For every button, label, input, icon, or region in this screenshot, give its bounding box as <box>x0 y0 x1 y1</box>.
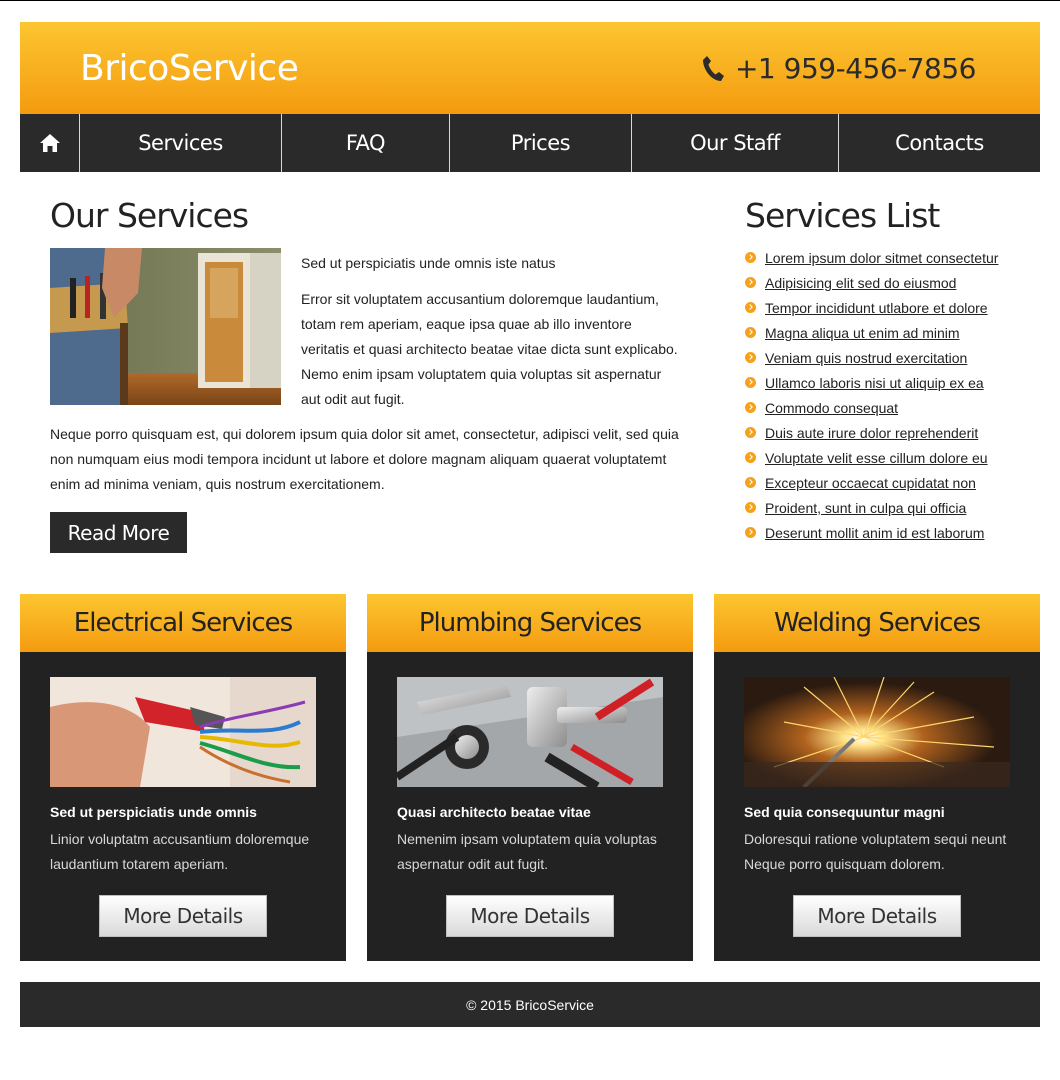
list-item: Magna aliqua ut enim ad minim <box>745 320 998 345</box>
service-link[interactable]: Adipisicing elit sed do eiusmod <box>765 275 956 291</box>
our-services-heading: Our Services <box>50 196 249 235</box>
service-link[interactable]: Voluptate velit esse cillum dolore eu <box>765 450 988 466</box>
card-text: Doloresqui ratione voluptatem sequi neun… <box>744 831 1007 872</box>
service-link[interactable]: Commodo consequat <box>765 400 898 416</box>
card-subtitle: Sed quia consequuntur magni <box>744 804 945 820</box>
welding-image <box>744 677 1010 787</box>
service-link[interactable]: Deserunt mollit anim id est laborum <box>765 525 984 541</box>
plumbing-image <box>397 677 663 787</box>
arrow-bullet-icon <box>745 402 756 413</box>
service-link[interactable]: Duis aute irure dolor reprehenderit <box>765 425 978 441</box>
electrical-card: Electrical Services Sed ut perspiciatis … <box>20 594 346 961</box>
services-list: Lorem ipsum dolor sitmet consectetur Adi… <box>745 245 998 545</box>
electrical-image <box>50 677 316 787</box>
top-border <box>0 0 1060 1</box>
intro-body: Error sit voluptatem accusantium dolorem… <box>301 291 678 407</box>
more-details-button[interactable]: More Details <box>99 895 267 937</box>
arrow-bullet-icon <box>745 502 756 513</box>
intro-text: Sed ut perspiciatis unde omnis iste natu… <box>301 251 681 412</box>
home-icon <box>39 134 60 152</box>
arrow-bullet-icon <box>745 427 756 438</box>
list-item: Ullamco laboris nisi ut aliquip ex ea <box>745 370 998 395</box>
card-text: Linior voluptatm accusantium doloremque … <box>50 831 310 872</box>
arrow-bullet-icon <box>745 377 756 388</box>
card-subtitle: Sed ut perspiciatis unde omnis <box>50 804 257 820</box>
list-item: Tempor incididunt utlabore et dolore <box>745 295 998 320</box>
service-link[interactable]: Ullamco laboris nisi ut aliquip ex ea <box>765 375 984 391</box>
arrow-bullet-icon <box>745 277 756 288</box>
arrow-bullet-icon <box>745 527 756 538</box>
service-link[interactable]: Proident, sunt in culpa qui officia <box>765 500 966 516</box>
service-link[interactable]: Excepteur occaecat cupidatat non <box>765 475 976 491</box>
list-item: Deserunt mollit anim id est laborum <box>745 520 998 545</box>
list-item: Veniam quis nostrud exercitation <box>745 345 998 370</box>
card-title: Welding Services <box>714 594 1040 652</box>
phone-icon <box>702 55 724 81</box>
nav-home[interactable] <box>20 114 80 172</box>
read-more-button[interactable]: Read More <box>50 512 187 553</box>
more-details-button[interactable]: More Details <box>446 895 614 937</box>
phone-number: +1 959-456-7856 <box>734 52 977 85</box>
plumbing-card: Plumbing Services Quasi architecto beata… <box>367 594 693 961</box>
list-item: Proident, sunt in culpa qui officia <box>745 495 998 520</box>
list-item: Voluptate velit esse cillum dolore eu <box>745 445 998 470</box>
intro-lead: Sed ut perspiciatis unde omnis iste natu… <box>301 255 556 271</box>
service-link[interactable]: Magna aliqua ut enim ad minim <box>765 325 960 341</box>
card-subtitle: Quasi architecto beatae vitae <box>397 804 591 820</box>
nav-our-staff[interactable]: Our Staff <box>632 114 839 172</box>
arrow-bullet-icon <box>745 477 756 488</box>
list-item: Lorem ipsum dolor sitmet consectetur <box>745 245 998 270</box>
copyright-text: © 2015 BricoService <box>466 996 594 1013</box>
card-text: Nemenim ipsam voluptatem quia voluptas a… <box>397 831 657 872</box>
arrow-bullet-icon <box>745 352 756 363</box>
phone-contact: +1 959-456-7856 <box>701 52 977 85</box>
more-details-button[interactable]: More Details <box>793 895 961 937</box>
list-item: Duis aute irure dolor reprehenderit <box>745 420 998 445</box>
service-link[interactable]: Lorem ipsum dolor sitmet consectetur <box>765 250 998 266</box>
card-title: Plumbing Services <box>367 594 693 652</box>
arrow-bullet-icon <box>745 302 756 313</box>
arrow-bullet-icon <box>745 252 756 263</box>
list-item: Excepteur occaecat cupidatat non <box>745 470 998 495</box>
nav-services[interactable]: Services <box>80 114 282 172</box>
services-list-heading: Services List <box>745 196 940 235</box>
welding-card: Welding Services Sed quia consequuntur m… <box>714 594 1040 961</box>
nav-faq[interactable]: FAQ <box>282 114 450 172</box>
site-logo[interactable]: BricoService <box>80 48 299 89</box>
nav-prices[interactable]: Prices <box>450 114 632 172</box>
nav-contacts[interactable]: Contacts <box>839 114 1040 172</box>
arrow-bullet-icon <box>745 327 756 338</box>
main-nav: Services FAQ Prices Our Staff Contacts <box>20 114 1040 172</box>
service-link[interactable]: Tempor incididunt utlabore et dolore <box>765 300 988 316</box>
services-paragraph: Neque porro quisquam est, qui dolorem ip… <box>50 426 679 492</box>
arrow-bullet-icon <box>745 452 756 463</box>
list-item: Adipisicing elit sed do eiusmod <box>745 270 998 295</box>
site-footer: © 2015 BricoService <box>20 982 1040 1027</box>
service-link[interactable]: Veniam quis nostrud exercitation <box>765 350 967 366</box>
list-item: Commodo consequat <box>745 395 998 420</box>
handyman-image <box>50 248 281 405</box>
site-header: BricoService +1 959-456-7856 <box>20 22 1040 114</box>
card-title: Electrical Services <box>20 594 346 652</box>
